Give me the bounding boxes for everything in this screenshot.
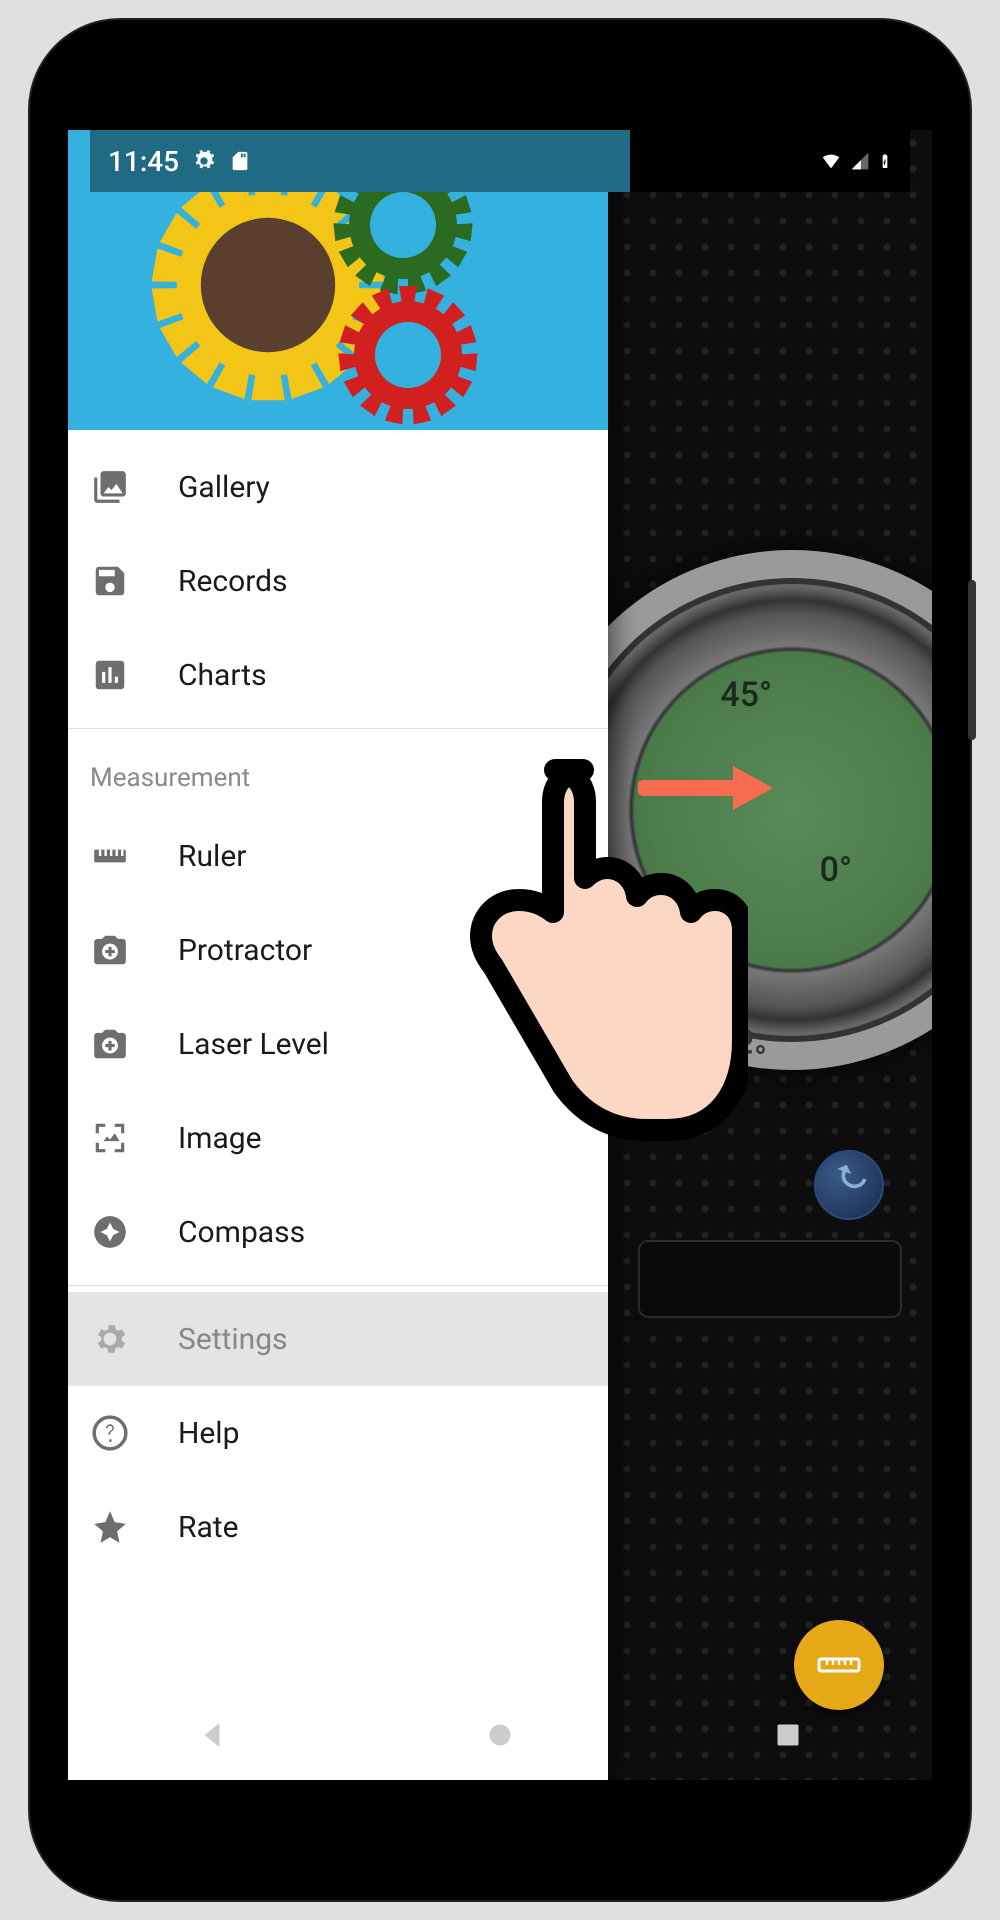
ruler-icon [90, 836, 130, 876]
divider [68, 1285, 608, 1286]
image-frame-icon [90, 1118, 130, 1158]
sd-card-icon [229, 150, 251, 172]
item-label: Records [178, 564, 288, 599]
dial-label-45: 45° [720, 675, 772, 715]
save-icon [90, 561, 130, 601]
gear-red-icon [333, 280, 483, 430]
help-icon [90, 1413, 130, 1453]
drawer-item-compass[interactable]: Compass [68, 1185, 608, 1279]
drawer-item-settings[interactable]: Settings [68, 1292, 608, 1386]
recent-button[interactable] [770, 1717, 806, 1753]
drawer-list[interactable]: Gallery Records Charts [68, 430, 608, 1780]
clock: 11:45 [108, 145, 179, 178]
divider [68, 728, 608, 729]
drawer-item-rate[interactable]: Rate [68, 1480, 608, 1574]
chart-icon [90, 655, 130, 695]
battery-icon [878, 150, 892, 172]
gallery-icon [90, 467, 130, 507]
phone-frame: 45° 0° 45° 11:45 [30, 20, 970, 1900]
item-label: Rate [178, 1510, 239, 1545]
status-bar: 11:45 [68, 130, 932, 192]
item-label: Help [178, 1416, 239, 1451]
compass-icon [90, 1212, 130, 1252]
dial-label-0: 0° [820, 850, 852, 890]
drawer-item-gallery[interactable]: Gallery [68, 440, 608, 534]
drawer-item-protractor[interactable]: Protractor [68, 903, 608, 997]
item-label: Settings [178, 1322, 288, 1357]
drawer-item-charts[interactable]: Charts [68, 628, 608, 722]
drawer-item-help[interactable]: Help [68, 1386, 608, 1480]
phone-power-button [968, 580, 976, 740]
item-label: Gallery [178, 470, 270, 505]
gear-icon [193, 150, 215, 172]
screen: 45° 0° 45° 11:45 [68, 130, 932, 1780]
home-button[interactable] [482, 1717, 518, 1753]
item-label: Protractor [178, 933, 312, 968]
signal-icon [850, 150, 870, 172]
value-bar [638, 1240, 902, 1318]
wifi-icon [820, 150, 842, 172]
drawer-item-ruler[interactable]: Ruler [68, 809, 608, 903]
drawer-item-laser-level[interactable]: Laser Level [68, 997, 608, 1091]
star-icon [90, 1507, 130, 1547]
item-label: Image [178, 1121, 262, 1156]
gear-icon [90, 1319, 130, 1359]
item-label: Ruler [178, 839, 246, 874]
android-navbar [68, 1690, 932, 1780]
item-label: Compass [178, 1215, 305, 1250]
section-header-measurement: Measurement [68, 735, 608, 809]
camera-plus-icon [90, 1024, 130, 1064]
camera-plus-icon [90, 930, 130, 970]
drawer-item-image[interactable]: Image [68, 1091, 608, 1185]
rotate-button[interactable] [814, 1150, 884, 1220]
item-label: Charts [178, 658, 267, 693]
drawer-item-records[interactable]: Records [68, 534, 608, 628]
item-label: Laser Level [178, 1027, 329, 1062]
back-button[interactable] [194, 1717, 230, 1753]
dial-label-45-lower: 45° [715, 1020, 767, 1060]
navigation-drawer: Gallery Records Charts [68, 130, 608, 1780]
